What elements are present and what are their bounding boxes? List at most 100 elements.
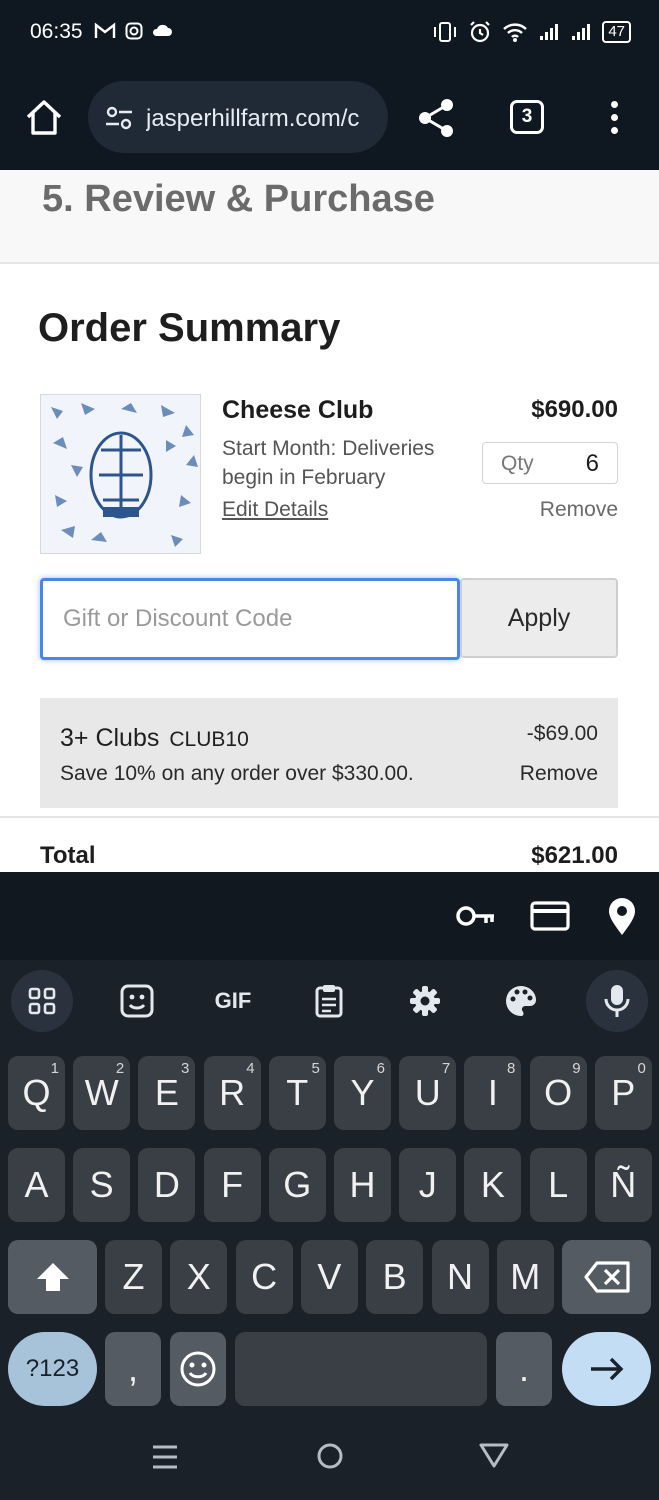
key-j[interactable]: J: [399, 1148, 457, 1222]
home-icon[interactable]: [22, 96, 66, 140]
discount-title: 3+ Clubs: [60, 724, 160, 752]
system-nav-bar: [0, 1422, 659, 1500]
key-x[interactable]: X: [170, 1240, 228, 1314]
key-r[interactable]: R4: [203, 1056, 261, 1130]
site-settings-icon[interactable]: [104, 105, 134, 131]
emoji-key[interactable]: [170, 1332, 226, 1406]
keyboard-toolbar: GIF: [0, 960, 659, 1046]
step-header: 5. Review & Purchase: [0, 170, 659, 264]
applied-discount: 3+ Clubs CLUB10 Save 10% on any order ove…: [40, 698, 618, 808]
browser-toolbar: jasperhillfarm.com/c 3: [0, 66, 659, 170]
key-g[interactable]: G: [268, 1148, 326, 1222]
space-key[interactable]: [235, 1332, 487, 1406]
key-y[interactable]: Y6: [334, 1056, 391, 1130]
key-w[interactable]: W2: [73, 1056, 131, 1130]
period-key[interactable]: .: [496, 1332, 552, 1406]
key-t[interactable]: T5: [268, 1056, 326, 1130]
qty-label: Qty: [501, 452, 534, 475]
key-z[interactable]: Z: [105, 1240, 162, 1314]
more-options-icon[interactable]: [604, 96, 624, 140]
key-letter: U: [414, 1072, 441, 1113]
back-icon[interactable]: [478, 1440, 510, 1470]
cloud-icon: [152, 24, 172, 36]
order-summary-title: Order Summary: [38, 306, 341, 350]
discount-name: 3+ Clubs CLUB10: [60, 724, 249, 753]
gmail-icon: [94, 22, 116, 38]
gif-button[interactable]: GIF: [202, 970, 264, 1032]
key-letter: W: [84, 1072, 119, 1113]
key-number-hint: 7: [441, 1060, 451, 1077]
location-icon[interactable]: [600, 894, 644, 938]
key-letter: E: [154, 1072, 179, 1113]
recents-icon[interactable]: [150, 1442, 180, 1472]
vibrate-icon: [434, 22, 457, 42]
clipboard-icon[interactable]: [298, 970, 360, 1032]
system-icons: 47: [432, 20, 631, 44]
key-s[interactable]: S: [73, 1148, 131, 1222]
url-text[interactable]: jasperhillfarm.com/c: [146, 105, 374, 133]
remove-item-button[interactable]: Remove: [540, 498, 618, 522]
alarm-icon: [470, 21, 491, 43]
key-letter: I: [487, 1072, 498, 1113]
share-icon[interactable]: [414, 96, 458, 140]
tab-switcher-button[interactable]: 3: [510, 100, 544, 134]
edit-details-link[interactable]: Edit Details: [222, 498, 328, 522]
key-b[interactable]: B: [366, 1240, 424, 1314]
palette-icon[interactable]: [490, 970, 552, 1032]
key-number-hint: 3: [181, 1060, 190, 1077]
apps-icon[interactable]: [11, 970, 73, 1032]
key-o[interactable]: O9: [529, 1056, 587, 1130]
settings-icon[interactable]: [394, 970, 456, 1032]
key-d[interactable]: D: [138, 1148, 196, 1222]
key-k[interactable]: K: [464, 1148, 522, 1222]
signal-icon-2: [572, 24, 591, 40]
key-letter: R: [219, 1072, 246, 1113]
sticker-icon[interactable]: [106, 970, 168, 1032]
key-letter: P: [611, 1072, 636, 1113]
key-number-hint: 0: [637, 1060, 646, 1077]
key-f[interactable]: F: [203, 1148, 261, 1222]
url-bar[interactable]: jasperhillfarm.com/c: [88, 81, 388, 153]
apply-button[interactable]: Apply: [460, 578, 618, 658]
discount-code: CLUB10: [169, 728, 249, 751]
key-number-hint: 1: [50, 1060, 59, 1077]
key-h[interactable]: H: [334, 1148, 391, 1222]
key-number-hint: 6: [376, 1060, 385, 1077]
key-q[interactable]: Q1: [8, 1056, 65, 1130]
key-a[interactable]: A: [8, 1148, 65, 1222]
key-letter: Q: [22, 1072, 51, 1113]
key-n[interactable]: N: [431, 1240, 489, 1314]
discount-code-input[interactable]: [40, 578, 460, 660]
key-i[interactable]: I8: [464, 1056, 522, 1130]
key-number-hint: 9: [572, 1060, 581, 1077]
home-nav-icon[interactable]: [314, 1440, 346, 1472]
mic-icon[interactable]: [586, 970, 648, 1032]
key-c[interactable]: C: [235, 1240, 293, 1314]
instagram-icon: [125, 22, 143, 40]
discount-description: Save 10% on any order over $330.00.: [60, 762, 414, 785]
qty-value[interactable]: 6: [586, 450, 599, 478]
key-icon[interactable]: [454, 894, 498, 938]
item-price: $690.00: [531, 396, 618, 423]
shift-key[interactable]: [8, 1240, 97, 1314]
enter-key[interactable]: [562, 1332, 651, 1406]
autofill-bar: [0, 872, 659, 960]
item-name: Cheese Club: [222, 396, 374, 424]
key-ñ[interactable]: Ñ: [594, 1148, 652, 1222]
key-number-hint: 8: [507, 1060, 516, 1077]
key-p[interactable]: P0: [594, 1056, 652, 1130]
quantity-field[interactable]: Qty 6: [482, 442, 618, 484]
remove-discount-button[interactable]: Remove: [520, 762, 598, 786]
key-e[interactable]: E3: [138, 1056, 196, 1130]
screen: 06:35 47 jasperhillfarm.com/c 3 5. Revie…: [0, 0, 659, 1500]
credit-card-icon[interactable]: [528, 894, 572, 938]
key-l[interactable]: L: [529, 1148, 587, 1222]
key-v[interactable]: V: [300, 1240, 358, 1314]
battery-indicator: 47: [602, 21, 631, 43]
key-u[interactable]: U7: [399, 1056, 457, 1130]
notification-icons: [94, 22, 172, 40]
symbols-key[interactable]: ?123: [8, 1332, 97, 1406]
backspace-key[interactable]: [562, 1240, 651, 1314]
key-m[interactable]: M: [496, 1240, 554, 1314]
comma-key[interactable]: ,: [105, 1332, 161, 1406]
